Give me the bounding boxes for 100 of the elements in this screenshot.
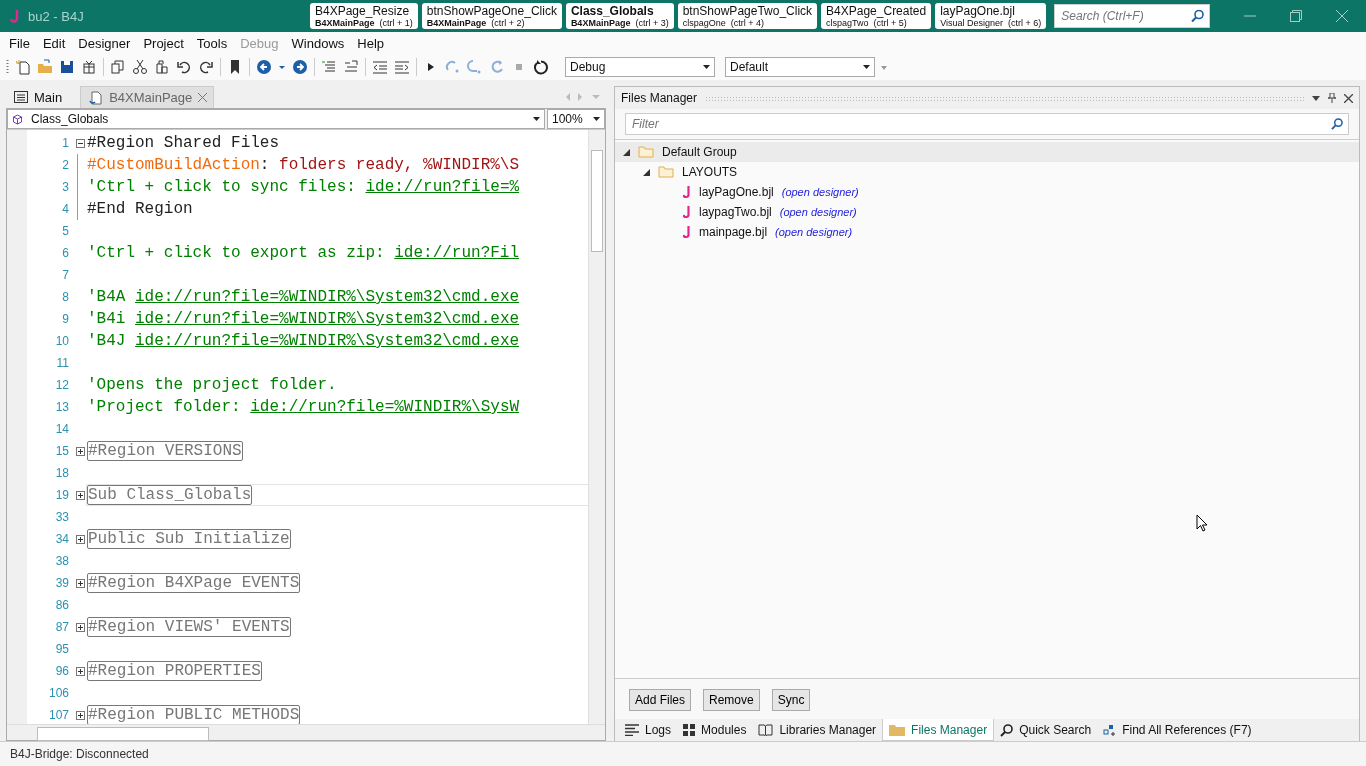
save-icon[interactable]: [59, 59, 75, 75]
redo-icon[interactable]: [198, 59, 214, 75]
editor-tab[interactable]: B4XMainPage: [80, 86, 215, 108]
expand-icon[interactable]: [75, 534, 85, 544]
code-link[interactable]: ide://run?Fil: [394, 244, 520, 262]
line-number: 86: [54, 598, 69, 612]
panel-button[interactable]: Sync: [771, 689, 811, 711]
build-config-dropdown[interactable]: Debug: [565, 57, 715, 77]
panel-tab[interactable]: Quick Search: [994, 719, 1098, 741]
open-designer-link[interactable]: (open designer): [775, 226, 853, 238]
vertical-scrollbar[interactable]: [588, 130, 605, 724]
dropdown-caret-icon[interactable]: [1312, 95, 1320, 101]
menu-item[interactable]: Tools: [196, 35, 228, 51]
menu-item[interactable]: Help: [357, 35, 385, 51]
expand-icon[interactable]: [75, 446, 85, 456]
line-number: 9: [61, 312, 69, 326]
restart-icon[interactable]: [533, 59, 549, 75]
expand-icon[interactable]: [75, 622, 85, 632]
cut-icon[interactable]: [132, 59, 148, 75]
pin-icon[interactable]: [1328, 93, 1336, 103]
horizontal-scrollbar[interactable]: [7, 724, 605, 740]
menu-item[interactable]: Windows: [291, 35, 345, 51]
expanded-arrow-icon[interactable]: [643, 168, 650, 176]
panel-tab[interactable]: Logs: [619, 719, 678, 741]
copy-icon[interactable]: [110, 59, 126, 75]
line-number: 11: [55, 356, 69, 370]
editor-tab[interactable]: Main: [8, 86, 69, 108]
code-text: #End Region: [87, 200, 193, 218]
quick-access-tab[interactable]: Class_Globals B4XMainPage (ctrl + 3): [565, 3, 674, 29]
dropdown-caret-icon: [863, 65, 870, 69]
expand-icon[interactable]: [75, 666, 85, 676]
folder-icon: [889, 723, 906, 736]
panel-title: Files Manager: [621, 91, 698, 105]
line-number: 33: [54, 510, 69, 524]
menu-item[interactable]: Designer: [78, 35, 131, 51]
quick-access-tab[interactable]: B4XPage_Resize B4XMainPage (ctrl + 1): [310, 3, 418, 29]
back-icon[interactable]: [256, 59, 272, 75]
status-text: B4J-Bridge: Disconnected: [10, 747, 149, 761]
code-text: 'Project folder:: [87, 398, 242, 416]
close-icon[interactable]: [1344, 93, 1353, 103]
overflow-caret-icon[interactable]: [881, 63, 887, 71]
panel-button[interactable]: Add Files: [629, 689, 692, 711]
tree-item[interactable]: layPagOne.bjl: [699, 185, 774, 199]
open-designer-link[interactable]: (open designer): [781, 186, 859, 198]
search-field[interactable]: Search (Ctrl+F): [1054, 4, 1211, 28]
line-number: 13: [54, 400, 69, 414]
folded-code-block[interactable]: #Region PROPERTIES: [87, 661, 262, 681]
open-designer-link[interactable]: (open designer): [779, 206, 857, 218]
filter-field[interactable]: Filter: [625, 113, 1349, 135]
expand-icon[interactable]: [75, 710, 85, 720]
folded-code-block[interactable]: Public Sub Initialize: [87, 529, 291, 549]
folded-code-block[interactable]: #Region VERSIONS: [87, 441, 243, 461]
panel-tab[interactable]: Modules: [677, 719, 753, 741]
dropdown-caret-icon: [593, 117, 600, 121]
quick-access-tab[interactable]: layPagOne.bjl Visual Designer (ctrl + 6): [935, 3, 1047, 29]
tree-item[interactable]: Default Group: [662, 145, 737, 159]
menu-item[interactable]: File: [9, 35, 30, 51]
menu-item[interactable]: Edit: [42, 35, 66, 51]
expand-icon[interactable]: [75, 490, 85, 500]
expand-icon[interactable]: [75, 578, 85, 588]
panel-tab[interactable]: Find All References (F7): [1097, 719, 1258, 741]
undo-icon[interactable]: [176, 59, 192, 75]
restore-icon[interactable]: [1290, 10, 1302, 22]
collapse-icon[interactable]: [75, 138, 85, 148]
tree-item[interactable]: mainpage.bjl: [699, 225, 768, 239]
outdent-icon[interactable]: [372, 59, 388, 75]
code-link[interactable]: ide://run?file=%: [365, 178, 520, 196]
code-link[interactable]: ide://run?file=%WINDIR%\SysW: [250, 398, 520, 416]
line-number: 19: [54, 488, 69, 502]
code-text: 'Ctrl + click to sync files:: [87, 178, 357, 196]
panel-tab[interactable]: Libraries Manager: [752, 719, 883, 741]
folded-code-block[interactable]: #Region VIEWS' EVENTS: [87, 617, 291, 637]
indent-icon[interactable]: [394, 59, 410, 75]
paste-icon[interactable]: [154, 59, 170, 75]
expanded-arrow-icon[interactable]: [623, 148, 630, 156]
new-file-icon[interactable]: [15, 59, 31, 75]
module-dropdown[interactable]: Class_Globals: [7, 109, 545, 129]
save-all-icon[interactable]: [81, 59, 97, 75]
folded-code-block[interactable]: #Region B4XPage EVENTS: [87, 573, 301, 593]
comment-icon[interactable]: [321, 59, 337, 75]
quick-access-tab[interactable]: btnShowPageTwo_Click clspagOne (ctrl + 4): [677, 3, 818, 29]
code-link[interactable]: ide://run?file=%WINDIR%\System32\cmd.exe: [135, 310, 520, 328]
tree-item[interactable]: laypagTwo.bjl: [699, 205, 772, 219]
folded-code-block[interactable]: Sub Class_Globals: [87, 485, 253, 505]
code-text: :: [259, 156, 271, 174]
line-number: 87: [54, 620, 69, 634]
quick-access-tab[interactable]: B4XPage_Created clspagTwo (ctrl + 5): [821, 3, 932, 29]
menu-item[interactable]: Project: [143, 35, 184, 51]
forward-icon[interactable]: [292, 59, 308, 75]
code-link[interactable]: ide://run?file=%WINDIR%\System32\cmd.exe: [135, 332, 520, 350]
profile-dropdown[interactable]: Default: [725, 57, 875, 77]
line-number: 14: [54, 422, 69, 436]
panel-button[interactable]: Remove: [703, 689, 760, 711]
line-number: 4: [61, 202, 69, 216]
quick-access-tab[interactable]: btnShowPageOne_Click B4XMainPage (ctrl + 2): [421, 3, 562, 29]
panel-tab[interactable]: Files Manager: [882, 719, 995, 741]
code-link[interactable]: ide://run?file=%WINDIR%\System32\cmd.exe: [135, 288, 520, 306]
zoom-dropdown[interactable]: 100%: [547, 109, 605, 129]
tree-item[interactable]: LAYOUTS: [682, 165, 738, 179]
uncomment-icon[interactable]: [343, 59, 359, 75]
